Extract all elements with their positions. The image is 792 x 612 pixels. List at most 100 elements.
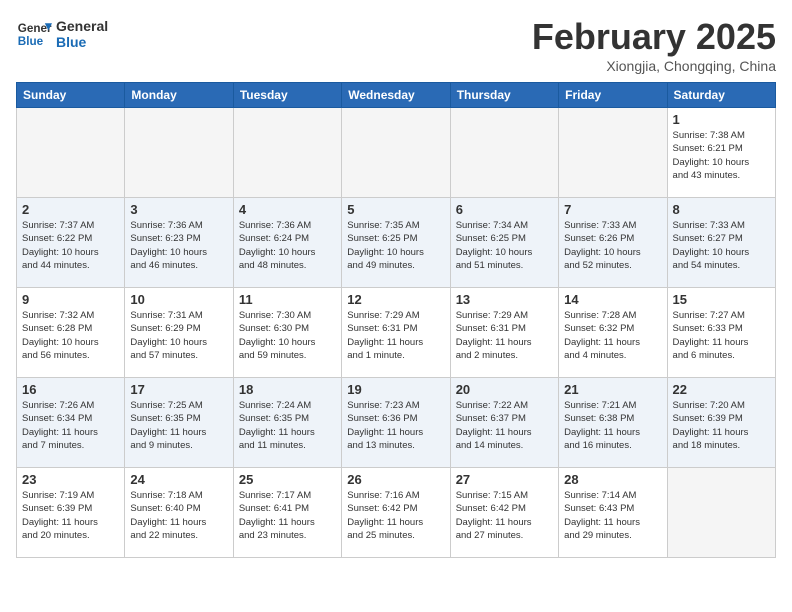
day-number: 22: [673, 382, 770, 397]
day-info: Sunrise: 7:22 AM Sunset: 6:37 PM Dayligh…: [456, 399, 553, 452]
calendar: SundayMondayTuesdayWednesdayThursdayFrid…: [16, 82, 776, 558]
day-number: 18: [239, 382, 336, 397]
day-number: 5: [347, 202, 444, 217]
day-info: Sunrise: 7:27 AM Sunset: 6:33 PM Dayligh…: [673, 309, 770, 362]
logo: General Blue General Blue: [16, 16, 108, 52]
day-info: Sunrise: 7:15 AM Sunset: 6:42 PM Dayligh…: [456, 489, 553, 542]
weekday-header-wednesday: Wednesday: [342, 83, 450, 108]
calendar-cell: 6Sunrise: 7:34 AM Sunset: 6:25 PM Daylig…: [450, 198, 558, 288]
day-number: 14: [564, 292, 661, 307]
logo-icon: General Blue: [16, 16, 52, 52]
day-number: 17: [130, 382, 227, 397]
calendar-cell: 10 Sunrise: 7:31 AM Sunset: 6:29 PM Dayli…: [125, 288, 233, 378]
day-info: Sunrise: 7:33 AM Sunset: 6:26 PM Dayligh…: [564, 219, 661, 272]
calendar-cell: [17, 108, 125, 198]
calendar-cell: 9 Sunrise: 7:32 AM Sunset: 6:28 PM Daylig…: [17, 288, 125, 378]
location: Xiongjia, Chongqing, China: [532, 58, 776, 74]
day-info: Sunrise: 7:23 AM Sunset: 6:36 PM Dayligh…: [347, 399, 444, 452]
calendar-cell: 24 Sunrise: 7:18 AM Sunset: 6:40 PM Dayli…: [125, 468, 233, 558]
week-row-5: 23 Sunrise: 7:19 AM Sunset: 6:39 PM Dayli…: [17, 468, 776, 558]
day-number: 27: [456, 472, 553, 487]
calendar-cell: [559, 108, 667, 198]
day-number: 28: [564, 472, 661, 487]
calendar-cell: 14 Sunrise: 7:28 AM Sunset: 6:32 PM Dayli…: [559, 288, 667, 378]
weekday-header-saturday: Saturday: [667, 83, 775, 108]
calendar-cell: 19 Sunrise: 7:23 AM Sunset: 6:36 PM Dayli…: [342, 378, 450, 468]
day-number: 3: [130, 202, 227, 217]
day-number: 16: [22, 382, 119, 397]
week-row-4: 16 Sunrise: 7:26 AM Sunset: 6:34 PM Dayli…: [17, 378, 776, 468]
day-number: 25: [239, 472, 336, 487]
calendar-cell: [450, 108, 558, 198]
day-info: Sunrise: 7:38 AM Sunset: 6:21 PM Dayligh…: [673, 129, 770, 182]
calendar-cell: 21 Sunrise: 7:21 AM Sunset: 6:38 PM Dayli…: [559, 378, 667, 468]
day-info: Sunrise: 7:25 AM Sunset: 6:35 PM Dayligh…: [130, 399, 227, 452]
calendar-cell: 1 Sunrise: 7:38 AM Sunset: 6:21 PM Daylig…: [667, 108, 775, 198]
day-number: 21: [564, 382, 661, 397]
day-number: 10: [130, 292, 227, 307]
day-info: Sunrise: 7:24 AM Sunset: 6:35 PM Dayligh…: [239, 399, 336, 452]
title-block: February 2025 Xiongjia, Chongqing, China: [532, 16, 776, 74]
calendar-cell: 2 Sunrise: 7:37 AM Sunset: 6:22 PM Daylig…: [17, 198, 125, 288]
day-number: 8: [673, 202, 770, 217]
calendar-cell: 23 Sunrise: 7:19 AM Sunset: 6:39 PM Dayli…: [17, 468, 125, 558]
month-title: February 2025: [532, 16, 776, 58]
day-number: 4: [239, 202, 336, 217]
calendar-cell: 26Sunrise: 7:16 AM Sunset: 6:42 PM Dayli…: [342, 468, 450, 558]
day-info: Sunrise: 7:14 AM Sunset: 6:43 PM Dayligh…: [564, 489, 661, 542]
day-info: Sunrise: 7:28 AM Sunset: 6:32 PM Dayligh…: [564, 309, 661, 362]
day-number: 19: [347, 382, 444, 397]
weekday-header-thursday: Thursday: [450, 83, 558, 108]
day-info: Sunrise: 7:36 AM Sunset: 6:23 PM Dayligh…: [130, 219, 227, 272]
day-number: 12: [347, 292, 444, 307]
calendar-cell: 5Sunrise: 7:35 AM Sunset: 6:25 PM Daylig…: [342, 198, 450, 288]
weekday-header-tuesday: Tuesday: [233, 83, 341, 108]
day-info: Sunrise: 7:36 AM Sunset: 6:24 PM Dayligh…: [239, 219, 336, 272]
day-info: Sunrise: 7:37 AM Sunset: 6:22 PM Dayligh…: [22, 219, 119, 272]
page-header: General Blue General Blue February 2025 …: [16, 16, 776, 74]
day-info: Sunrise: 7:26 AM Sunset: 6:34 PM Dayligh…: [22, 399, 119, 452]
calendar-cell: 15 Sunrise: 7:27 AM Sunset: 6:33 PM Dayli…: [667, 288, 775, 378]
calendar-cell: 12 Sunrise: 7:29 AM Sunset: 6:31 PM Dayli…: [342, 288, 450, 378]
day-number: 9: [22, 292, 119, 307]
calendar-cell: 7 Sunrise: 7:33 AM Sunset: 6:26 PM Daylig…: [559, 198, 667, 288]
day-number: 15: [673, 292, 770, 307]
calendar-cell: 13Sunrise: 7:29 AM Sunset: 6:31 PM Dayli…: [450, 288, 558, 378]
calendar-cell: [125, 108, 233, 198]
calendar-cell: 16 Sunrise: 7:26 AM Sunset: 6:34 PM Dayli…: [17, 378, 125, 468]
day-info: Sunrise: 7:19 AM Sunset: 6:39 PM Dayligh…: [22, 489, 119, 542]
day-info: Sunrise: 7:20 AM Sunset: 6:39 PM Dayligh…: [673, 399, 770, 452]
day-info: Sunrise: 7:32 AM Sunset: 6:28 PM Dayligh…: [22, 309, 119, 362]
weekday-header-row: SundayMondayTuesdayWednesdayThursdayFrid…: [17, 83, 776, 108]
day-info: Sunrise: 7:21 AM Sunset: 6:38 PM Dayligh…: [564, 399, 661, 452]
day-info: Sunrise: 7:17 AM Sunset: 6:41 PM Dayligh…: [239, 489, 336, 542]
day-number: 2: [22, 202, 119, 217]
day-info: Sunrise: 7:30 AM Sunset: 6:30 PM Dayligh…: [239, 309, 336, 362]
calendar-cell: [233, 108, 341, 198]
day-info: Sunrise: 7:31 AM Sunset: 6:29 PM Dayligh…: [130, 309, 227, 362]
logo-general-text: General: [56, 18, 108, 34]
week-row-1: 1 Sunrise: 7:38 AM Sunset: 6:21 PM Daylig…: [17, 108, 776, 198]
day-number: 26: [347, 472, 444, 487]
day-info: Sunrise: 7:29 AM Sunset: 6:31 PM Dayligh…: [347, 309, 444, 362]
day-number: 7: [564, 202, 661, 217]
calendar-cell: 17 Sunrise: 7:25 AM Sunset: 6:35 PM Dayli…: [125, 378, 233, 468]
week-row-2: 2 Sunrise: 7:37 AM Sunset: 6:22 PM Daylig…: [17, 198, 776, 288]
day-number: 23: [22, 472, 119, 487]
day-info: Sunrise: 7:34 AM Sunset: 6:25 PM Dayligh…: [456, 219, 553, 272]
weekday-header-friday: Friday: [559, 83, 667, 108]
day-number: 13: [456, 292, 553, 307]
calendar-cell: 4 Sunrise: 7:36 AM Sunset: 6:24 PM Daylig…: [233, 198, 341, 288]
calendar-cell: 3 Sunrise: 7:36 AM Sunset: 6:23 PM Daylig…: [125, 198, 233, 288]
day-number: 24: [130, 472, 227, 487]
day-number: 20: [456, 382, 553, 397]
svg-text:Blue: Blue: [18, 35, 44, 48]
calendar-cell: [667, 468, 775, 558]
calendar-cell: 22 Sunrise: 7:20 AM Sunset: 6:39 PM Dayli…: [667, 378, 775, 468]
week-row-3: 9 Sunrise: 7:32 AM Sunset: 6:28 PM Daylig…: [17, 288, 776, 378]
day-number: 1: [673, 112, 770, 127]
day-info: Sunrise: 7:18 AM Sunset: 6:40 PM Dayligh…: [130, 489, 227, 542]
calendar-cell: 27 Sunrise: 7:15 AM Sunset: 6:42 PM Dayli…: [450, 468, 558, 558]
weekday-header-sunday: Sunday: [17, 83, 125, 108]
weekday-header-monday: Monday: [125, 83, 233, 108]
